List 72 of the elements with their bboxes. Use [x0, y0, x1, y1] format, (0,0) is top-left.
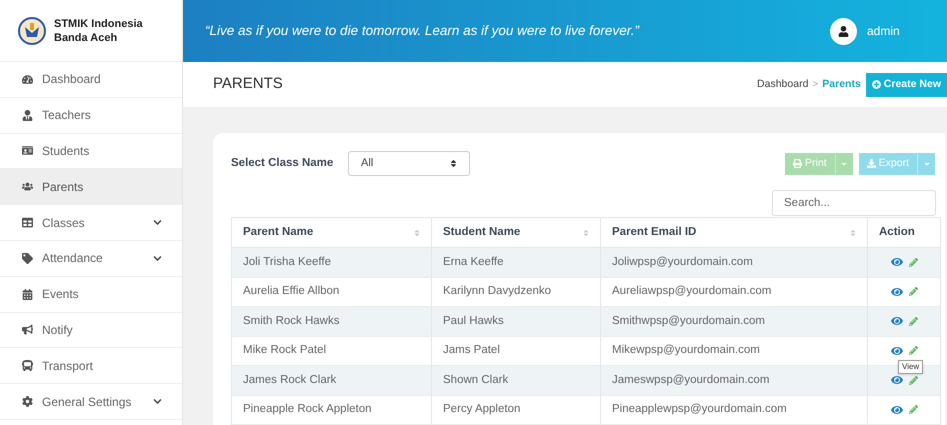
pencil-icon[interactable] — [909, 316, 918, 326]
table-cell-text: Joliwpsp@yourdomain.com — [612, 254, 753, 270]
table-cell-text: Smith Rock Hawks — [243, 314, 340, 329]
table-cell-text: Percy Appleton — [443, 402, 520, 418]
table-cell-text: Joli Trisha Keeffe — [243, 254, 332, 270]
column-header: Action — [878, 224, 916, 240]
sidebar-item[interactable]: Notify — [0, 312, 182, 348]
search-field[interactable]: Search... — [772, 190, 936, 216]
id-card-icon — [22, 145, 33, 156]
table-cell-text: Jams Patel — [443, 343, 500, 358]
tooltip: View — [898, 360, 924, 374]
calendar-icon — [22, 288, 33, 300]
pencil-icon[interactable] — [909, 258, 918, 267]
bus-icon — [22, 360, 33, 372]
table-cell-text: Smithwpsp@yourdomain.com — [612, 314, 765, 329]
column-header[interactable]: Student Name — [432, 218, 601, 247]
group-icon — [22, 181, 33, 192]
table-cell-text: Shown Clark — [443, 372, 508, 388]
avatar[interactable] — [830, 18, 857, 44]
chevron-down-icon — [153, 218, 162, 228]
view-icon[interactable] — [891, 374, 903, 386]
plus-icon — [872, 80, 881, 89]
pencil-icon[interactable] — [909, 287, 918, 296]
chevron-down-icon — [153, 397, 162, 406]
pencil-icon[interactable] — [909, 346, 918, 356]
table-cell-text: Karilynn Davydzenko — [443, 284, 552, 300]
view-icon[interactable] — [891, 286, 903, 298]
view-icon[interactable] — [891, 315, 903, 328]
printer-icon — [793, 159, 802, 168]
table-cell-text: Mikewpsp@yourdomain.com — [612, 343, 760, 358]
print-dropdown-button[interactable] — [834, 152, 853, 174]
sort-icon — [850, 228, 856, 236]
dashboard-icon — [22, 74, 33, 85]
table-cell-text: Aureliawpsp@yourdomain.com — [612, 284, 772, 300]
table-cell-text: Pineapplewpsp@yourdomain.com — [612, 402, 787, 418]
export-dropdown-button[interactable] — [917, 152, 935, 174]
table-cell-text: Jameswpsp@yourdomain.com — [612, 372, 770, 388]
class-select[interactable]: All — [348, 151, 470, 176]
sidebar-item[interactable]: Students — [0, 134, 182, 170]
settings-icon — [22, 396, 33, 408]
brand-name: STMIK Indonesia Banda Aceh — [54, 16, 144, 44]
column-header[interactable]: Parent Email ID — [601, 218, 868, 247]
pencil-icon[interactable] — [909, 376, 918, 385]
page-title: PARENTS — [213, 74, 284, 94]
table-cell-text: James Rock Clark — [243, 372, 336, 388]
table-cell-text: Pineapple Rock Appleton — [243, 402, 372, 418]
sort-icon — [414, 228, 420, 236]
tag-icon — [22, 252, 33, 264]
pencil-icon[interactable] — [909, 405, 918, 414]
table-cell-text: Erna Keeffe — [443, 254, 504, 270]
person-icon — [22, 110, 33, 121]
logo-icon — [18, 16, 46, 44]
sidebar-item[interactable]: Parents — [0, 169, 182, 206]
breadcrumb-link[interactable]: Dashboard — [757, 76, 808, 92]
breadcrumb-current: Parents — [822, 76, 861, 92]
breadcrumb-separator: > — [812, 78, 818, 92]
sort-icon — [450, 159, 457, 168]
table-cell-text: Aurelia Effie Allbon — [243, 284, 340, 300]
quote-text: “Live as if you were to die tomorrow. Learn as if you were to live forever.” — [205, 22, 640, 40]
chevron-down-icon — [153, 254, 162, 263]
download-icon — [866, 159, 876, 168]
table-cell-text: Mike Rock Patel — [243, 343, 326, 358]
filter-label: Select Class Name — [231, 156, 334, 171]
megaphone-icon — [22, 324, 33, 336]
column-header[interactable]: Parent Name — [232, 218, 432, 247]
view-icon[interactable] — [891, 256, 903, 268]
view-icon[interactable] — [891, 344, 903, 357]
view-icon[interactable] — [891, 404, 903, 416]
user-icon — [838, 26, 849, 36]
table-icon — [22, 217, 33, 228]
sort-icon — [583, 228, 589, 236]
table-cell-text: Paul Hawks — [443, 314, 504, 329]
